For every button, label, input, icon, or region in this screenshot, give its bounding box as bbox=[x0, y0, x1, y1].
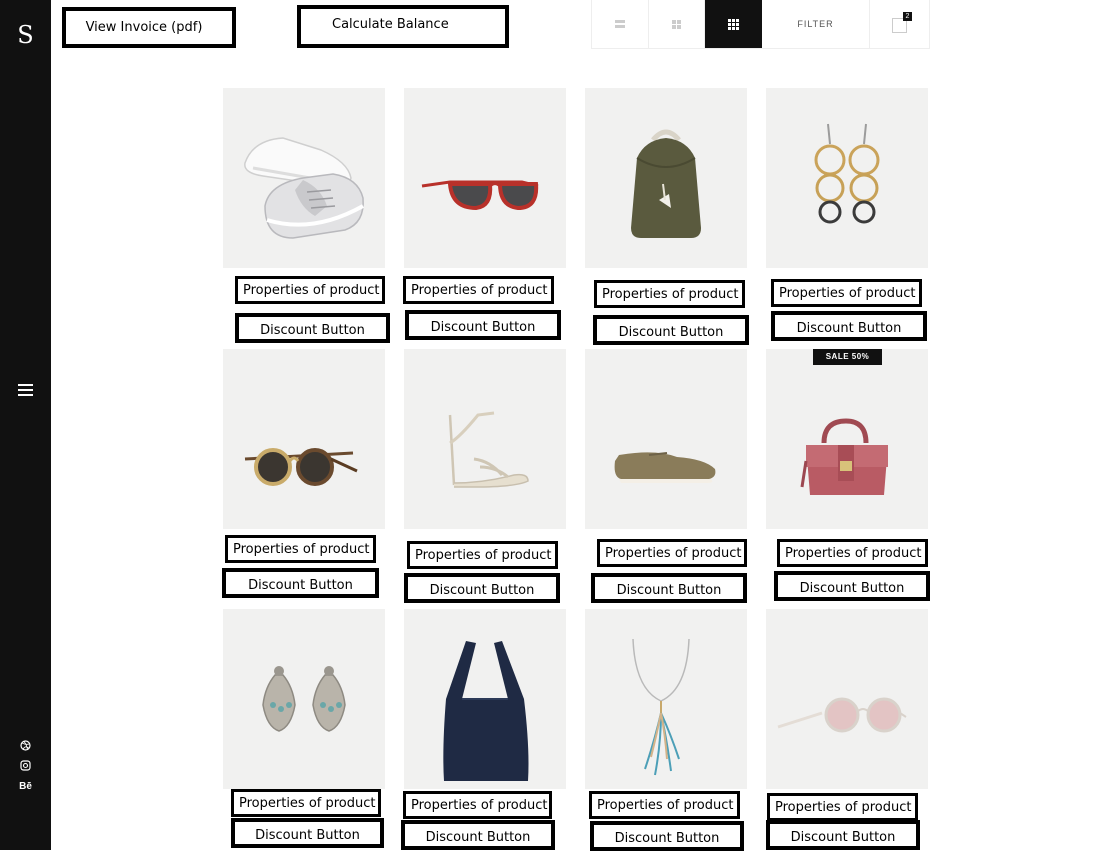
discount-button[interactable]: Discount Button bbox=[222, 568, 379, 598]
product-image-strappy-heels[interactable] bbox=[404, 349, 566, 529]
filter-button[interactable]: FILTER bbox=[762, 0, 870, 48]
product-properties-button[interactable]: Properties of product bbox=[403, 276, 554, 304]
view-invoice-button[interactable]: View Invoice (pdf) bbox=[62, 7, 236, 48]
product-image-tortoise-sunglasses[interactable] bbox=[223, 349, 385, 529]
product-image-chandelier-earrings[interactable] bbox=[223, 609, 385, 789]
product-properties-button[interactable]: Properties of product bbox=[225, 535, 376, 563]
grid-3-view-button[interactable] bbox=[705, 0, 762, 48]
product-properties-button[interactable]: Properties of product bbox=[597, 539, 747, 567]
product-properties-button[interactable]: Properties of product bbox=[594, 280, 745, 308]
discount-button[interactable]: Discount Button bbox=[593, 315, 749, 345]
discount-button[interactable]: Discount Button bbox=[404, 573, 560, 603]
product-properties-button[interactable]: Properties of product bbox=[231, 789, 381, 817]
product-properties-button[interactable]: Properties of product bbox=[777, 539, 928, 567]
grid-2-view-icon bbox=[672, 19, 681, 29]
grid-3-view-icon bbox=[728, 18, 739, 30]
view-toolbar: FILTER 2 bbox=[591, 0, 930, 49]
discount-button[interactable]: Discount Button bbox=[401, 820, 555, 850]
list-view-button[interactable] bbox=[592, 0, 649, 48]
cart-button[interactable]: 2 bbox=[870, 0, 929, 48]
product-image-green-backpack[interactable] bbox=[585, 88, 747, 268]
discount-button[interactable]: Discount Button bbox=[771, 311, 927, 341]
hamburger-menu-icon[interactable] bbox=[18, 384, 33, 397]
product-image-suede-shoe[interactable] bbox=[585, 349, 747, 529]
sidebar: S Bē bbox=[0, 0, 51, 850]
dribbble-icon[interactable] bbox=[0, 740, 51, 755]
discount-button[interactable]: Discount Button bbox=[405, 310, 561, 340]
product-image-sneakers[interactable] bbox=[223, 88, 385, 268]
discount-button[interactable]: Discount Button bbox=[590, 821, 744, 851]
discount-button[interactable]: Discount Button bbox=[231, 818, 384, 848]
product-image-red-sunglasses[interactable] bbox=[404, 88, 566, 268]
calculate-balance-button[interactable]: Calculate Balance bbox=[297, 5, 509, 48]
list-view-icon bbox=[615, 20, 625, 28]
product-properties-button[interactable]: Properties of product bbox=[235, 276, 385, 304]
logo[interactable]: S bbox=[0, 22, 51, 48]
cart-count-badge: 2 bbox=[903, 11, 912, 21]
product-properties-button[interactable]: Properties of product bbox=[407, 541, 558, 569]
product-properties-button[interactable]: Properties of product bbox=[589, 791, 740, 819]
product-properties-button[interactable]: Properties of product bbox=[767, 793, 918, 821]
product-image-round-sunglasses[interactable] bbox=[766, 609, 928, 789]
grid-2-view-button[interactable] bbox=[649, 0, 705, 48]
discount-button[interactable]: Discount Button bbox=[591, 573, 747, 603]
product-properties-button[interactable]: Properties of product bbox=[771, 279, 922, 307]
product-image-hoop-earrings[interactable] bbox=[766, 88, 928, 268]
product-image-navy-tote[interactable] bbox=[404, 609, 566, 789]
product-image-pink-handbag[interactable] bbox=[766, 349, 928, 529]
cart-icon: 2 bbox=[892, 11, 912, 33]
product-image-feather-necklace[interactable] bbox=[585, 609, 747, 789]
discount-button[interactable]: Discount Button bbox=[774, 571, 930, 601]
product-properties-button[interactable]: Properties of product bbox=[403, 791, 552, 819]
sale-badge: SALE 50% bbox=[813, 349, 882, 365]
discount-button[interactable]: Discount Button bbox=[766, 820, 920, 850]
behance-icon[interactable]: Bē bbox=[0, 781, 51, 793]
instagram-icon[interactable] bbox=[0, 760, 51, 775]
discount-button[interactable]: Discount Button bbox=[235, 313, 390, 343]
